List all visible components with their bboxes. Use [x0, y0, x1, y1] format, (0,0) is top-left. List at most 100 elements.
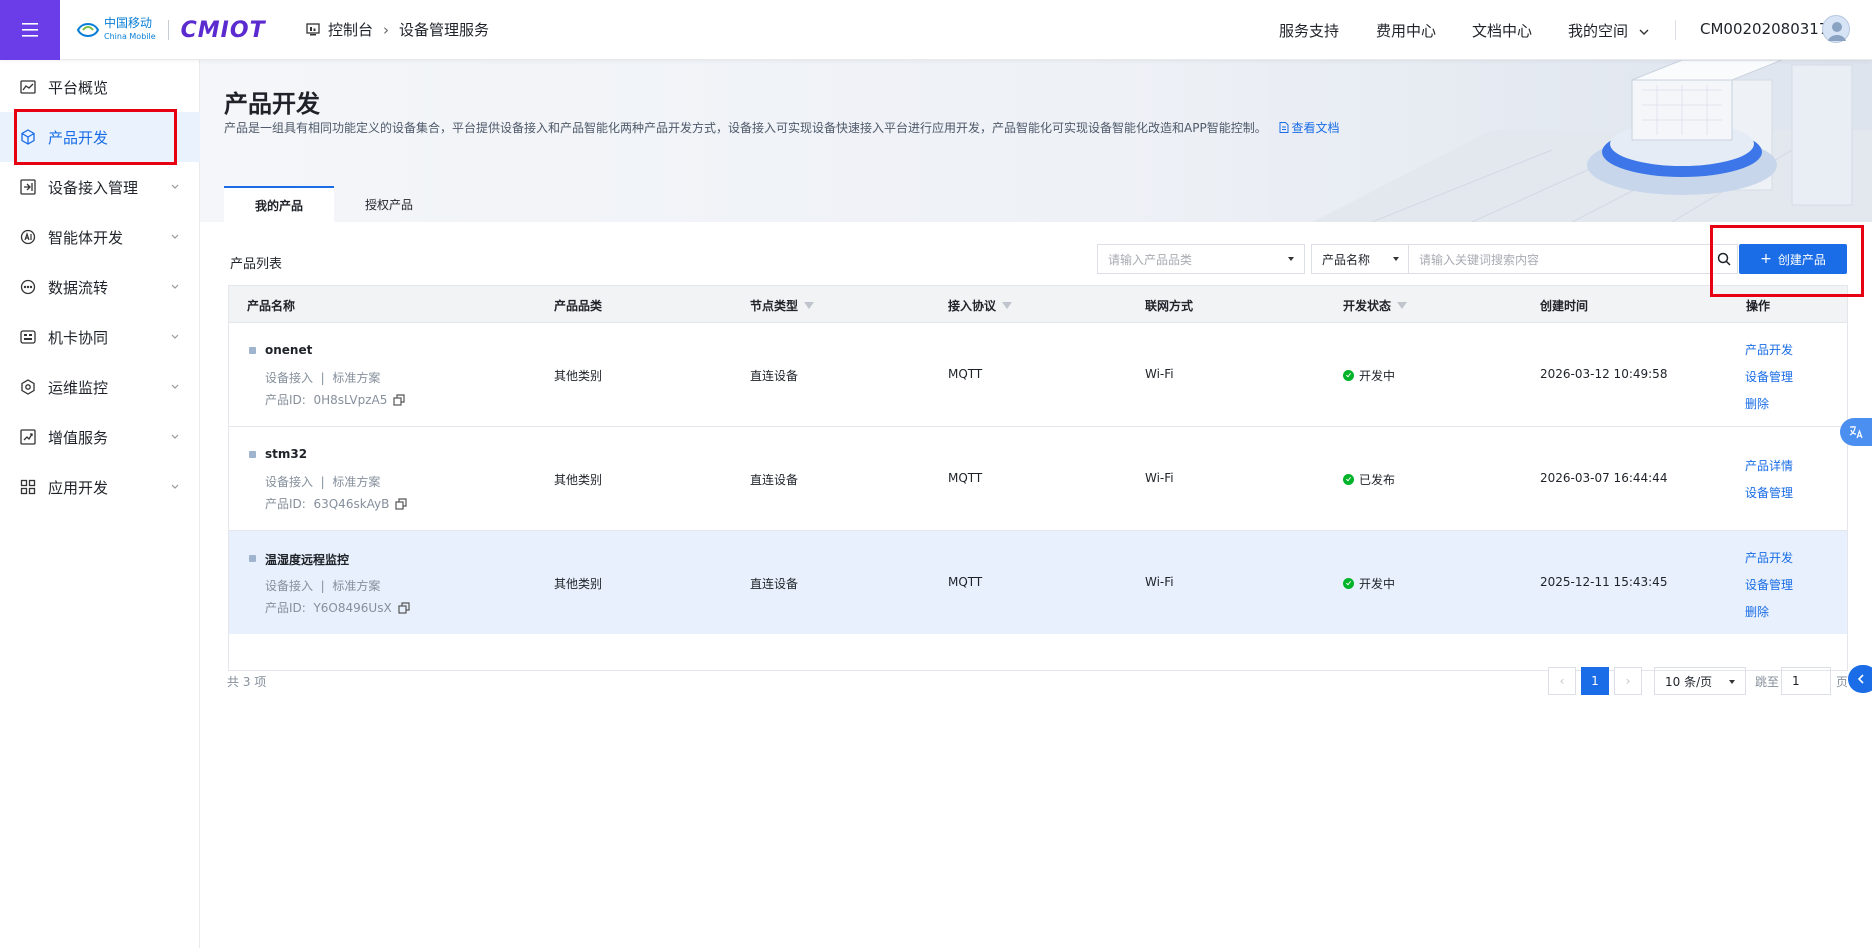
- login-icon: [20, 179, 36, 195]
- nav-service-support[interactable]: 服务支持: [1279, 20, 1339, 41]
- sidebar-item-value-added[interactable]: 增值服务: [0, 412, 200, 462]
- chevron-down-icon: [171, 434, 179, 439]
- monitor-icon: [21, 379, 35, 395]
- collapse-float-button[interactable]: [1848, 665, 1872, 693]
- translate-float-button[interactable]: [1840, 418, 1872, 446]
- tab-my-products[interactable]: 我的产品: [224, 186, 334, 222]
- action-product-dev[interactable]: 产品开发: [1745, 549, 1793, 566]
- sidebar-item-device-access[interactable]: 设备接入管理: [0, 162, 200, 212]
- action-device-manage[interactable]: 设备管理: [1745, 484, 1793, 501]
- sidebar-item-app-dev[interactable]: 应用开发: [0, 462, 200, 512]
- col-header-protocol[interactable]: 接入协议: [948, 297, 1013, 314]
- page-description-text: 产品是一组具有相同功能定义的设备集合，平台提供设备接入和产品智能化两种产品开发方…: [224, 121, 1267, 135]
- product-id: 产品ID: 63Q46skAyB: [265, 495, 407, 512]
- table-header: 产品名称 产品品类 节点类型 接入协议 联网方式 开发状态 创建时间 操作: [229, 286, 1847, 322]
- caret-down-icon: [1288, 257, 1294, 261]
- action-product-detail[interactable]: 产品详情: [1745, 457, 1793, 474]
- create-product-button[interactable]: + 创建产品: [1739, 244, 1847, 274]
- prev-page-button[interactable]: ‹: [1548, 667, 1576, 695]
- filter-icon[interactable]: [1397, 302, 1408, 309]
- product-icon: [249, 347, 256, 354]
- status-badge: 开发中: [1343, 367, 1395, 384]
- row-actions: 产品开发 设备管理 删除: [1745, 341, 1793, 412]
- top-bar: 中国移动 China Mobile CMIOT 控制台 › 设备管理服务 服务支持…: [0, 0, 1872, 60]
- col-header-category: 产品品类: [554, 299, 603, 313]
- nav-billing-center[interactable]: 费用中心: [1376, 20, 1436, 41]
- breadcrumb-console[interactable]: 控制台: [328, 19, 373, 40]
- protocol: MQTT: [948, 367, 983, 381]
- action-product-dev[interactable]: 产品开发: [1745, 341, 1793, 358]
- nav-docs-center[interactable]: 文档中心: [1472, 20, 1532, 41]
- product-icon: [249, 451, 256, 458]
- breadcrumb-device-service[interactable]: 设备管理服务: [399, 19, 489, 40]
- product-category: 其他类别: [554, 577, 603, 591]
- sidebar-item-label: 智能体开发: [48, 228, 124, 247]
- copy-icon[interactable]: [395, 497, 407, 510]
- total-count: 共 3 项: [227, 675, 267, 689]
- product-tabs: 我的产品 授权产品: [224, 186, 444, 222]
- product-category: 其他类别: [554, 369, 603, 383]
- cmiot-brand: CMIOT: [180, 17, 266, 43]
- hamburger-menu-button[interactable]: [0, 0, 60, 60]
- search-field-select[interactable]: 产品名称: [1311, 244, 1410, 274]
- logo[interactable]: 中国移动 China Mobile CMIOT: [76, 16, 266, 44]
- sidebar-item-data-flow[interactable]: 数据流转: [0, 262, 200, 312]
- logo-divider: [167, 20, 169, 40]
- network-type: Wi-Fi: [1145, 367, 1174, 381]
- col-header-status[interactable]: 开发状态: [1343, 297, 1408, 314]
- product-meta: 设备接入 | 标准方案: [265, 371, 381, 385]
- plus-icon: +: [1760, 251, 1772, 267]
- sidebar-item-agent-dev[interactable]: 智能体开发: [0, 212, 200, 262]
- breadcrumb: 控制台 › 设备管理服务: [306, 19, 489, 40]
- page-title: 产品开发: [224, 90, 320, 118]
- copy-icon[interactable]: [393, 393, 405, 406]
- search-field-value: 产品名称: [1322, 252, 1371, 267]
- keyword-search-input[interactable]: 请输入关键词搜索内容: [1408, 244, 1711, 274]
- product-meta: 设备接入 | 标准方案: [265, 475, 381, 489]
- col-header-node-type[interactable]: 节点类型: [750, 297, 815, 314]
- table-row: onenet 设备接入 | 标准方案 产品ID: 0H8sLVpzA5 其他类别…: [229, 322, 1847, 426]
- status-check-icon: [1343, 370, 1354, 381]
- list-title: 产品列表: [230, 257, 283, 272]
- avatar[interactable]: [1822, 15, 1850, 43]
- user-account[interactable]: CM002020803172: [1700, 20, 1838, 38]
- network-type: Wi-Fi: [1145, 575, 1174, 589]
- view-docs-link[interactable]: 查看文档: [1279, 121, 1340, 135]
- col-header-created: 创建时间: [1540, 299, 1589, 313]
- copy-icon[interactable]: [398, 601, 410, 614]
- action-device-manage[interactable]: 设备管理: [1745, 368, 1793, 385]
- sidebar-item-sim-collab[interactable]: 机卡协同: [0, 312, 200, 362]
- category-select[interactable]: 请输入产品品类: [1097, 244, 1305, 274]
- filter-icon[interactable]: [1002, 302, 1013, 309]
- search-icon: [1717, 252, 1731, 266]
- sidebar-item-product-dev[interactable]: 产品开发: [0, 112, 200, 162]
- jump-page-input[interactable]: 1: [1781, 667, 1831, 695]
- keyword-search-placeholder: 请输入关键词搜索内容: [1419, 252, 1540, 267]
- menu-icon: [22, 23, 38, 37]
- product-name[interactable]: 温湿度远程监控: [265, 551, 349, 568]
- created-time: 2026-03-12 10:49:58: [1540, 367, 1668, 381]
- chevron-down-icon: [171, 334, 179, 339]
- product-name[interactable]: stm32: [265, 447, 307, 461]
- chevron-down-icon: [1639, 29, 1649, 35]
- action-delete[interactable]: 删除: [1745, 395, 1793, 412]
- page-size-select[interactable]: 10 条/页: [1654, 667, 1746, 695]
- action-delete[interactable]: 删除: [1745, 603, 1793, 620]
- page-size-value: 10 条/页: [1665, 674, 1713, 689]
- tab-authorized-products[interactable]: 授权产品: [334, 186, 444, 222]
- sidebar-item-ops-monitor[interactable]: 运维监控: [0, 362, 200, 412]
- nav-my-space[interactable]: 我的空间: [1568, 20, 1649, 41]
- next-page-button[interactable]: ›: [1614, 667, 1642, 695]
- product-name[interactable]: onenet: [265, 343, 312, 357]
- caret-down-icon: [1729, 680, 1735, 684]
- category-select-placeholder: 请输入产品品类: [1108, 252, 1193, 267]
- sidebar-item-overview[interactable]: 平台概览: [0, 62, 200, 112]
- jump-label: 跳至: [1755, 675, 1780, 689]
- filter-icon[interactable]: [804, 302, 815, 309]
- search-button[interactable]: [1710, 244, 1738, 274]
- action-device-manage[interactable]: 设备管理: [1745, 576, 1793, 593]
- page-1-button[interactable]: 1: [1581, 667, 1609, 695]
- product-meta: 设备接入 | 标准方案: [265, 579, 381, 593]
- product-table: 产品名称 产品品类 节点类型 接入协议 联网方式 开发状态 创建时间 操作 on…: [228, 285, 1848, 671]
- status-badge: 开发中: [1343, 575, 1395, 592]
